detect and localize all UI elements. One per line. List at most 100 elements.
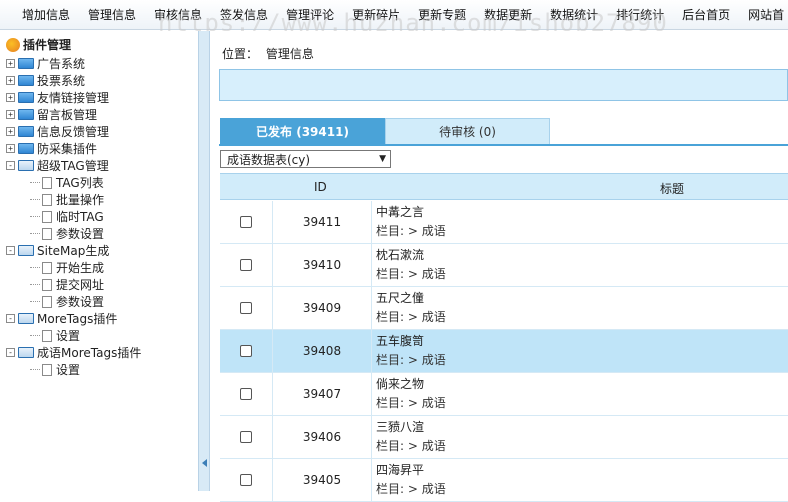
nav-item-5[interactable]: 更新碎片 xyxy=(352,6,400,23)
tree-item-label: 成语MoreTags插件 xyxy=(37,346,142,360)
table-header: ID 标题 xyxy=(220,173,788,200)
row-id: 39407 xyxy=(272,372,372,416)
nav-item-0[interactable]: 增加信息 xyxy=(22,6,70,23)
row-id: 39409 xyxy=(272,286,372,330)
row-id: 39405 xyxy=(272,458,372,502)
row-checkbox-cell xyxy=(220,388,272,400)
row-checkbox[interactable] xyxy=(240,302,252,314)
tab-pending[interactable]: 待审核 (0) xyxy=(385,118,550,144)
row-checkbox[interactable] xyxy=(240,431,252,443)
row-title[interactable]: 五车腹笥 xyxy=(376,332,446,351)
expand-icon[interactable]: + xyxy=(6,93,15,102)
tree-item[interactable]: + 广告系统 xyxy=(6,55,198,72)
tree-item[interactable]: + 留言板管理 xyxy=(6,106,198,123)
collapse-icon[interactable]: - xyxy=(6,161,15,170)
tree-item[interactable]: - SiteMap生成 xyxy=(6,242,198,259)
row-title[interactable]: 枕石漱流 xyxy=(376,246,446,265)
row-title[interactable]: 中冓之言 xyxy=(376,203,446,222)
nav-item-11[interactable]: 网站首 xyxy=(748,6,784,23)
tree-item[interactable]: + 投票系统 xyxy=(6,72,198,89)
tree-item-label: 设置 xyxy=(56,329,81,343)
header-title: 标题 xyxy=(660,182,685,196)
nav-item-8[interactable]: 数据统计 xyxy=(550,6,598,23)
row-checkbox[interactable] xyxy=(240,474,252,486)
tab-published[interactable]: 已发布 (39411) xyxy=(220,118,385,144)
top-nav: 增加信息 管理信息 审核信息 签发信息 管理评论 更新碎片 更新专题 数据更新 数据统计 排行统计… xyxy=(0,0,788,30)
table-icon xyxy=(18,313,34,324)
row-id: 39406 xyxy=(272,415,372,459)
tree-item[interactable]: 批量操作 xyxy=(6,191,198,208)
row-checkbox-cell xyxy=(220,302,272,314)
collapse-icon[interactable]: - xyxy=(6,314,15,323)
nav-item-10[interactable]: 后台首页 xyxy=(682,6,730,23)
row-checkbox[interactable] xyxy=(240,259,252,271)
expand-icon[interactable]: + xyxy=(6,110,15,119)
row-category: 栏目: > 成语 xyxy=(376,396,446,410)
document-icon xyxy=(42,210,52,223)
table-row[interactable]: 39408 五车腹笥 栏目: > 成语 xyxy=(220,329,788,373)
expand-icon[interactable]: + xyxy=(6,76,15,85)
tree-item[interactable]: 开始生成 xyxy=(6,259,198,276)
row-checkbox[interactable] xyxy=(240,345,252,357)
table-row[interactable]: 39407 倘来之物栏目: > 成语 xyxy=(220,372,788,416)
nav-item-9[interactable]: 排行统计 xyxy=(616,6,664,23)
sidebar-splitter[interactable] xyxy=(198,31,210,491)
toolbar-bar xyxy=(219,69,788,101)
expand-icon[interactable]: + xyxy=(6,127,15,136)
row-title-cell: 中冓之言 栏目: > 成语 xyxy=(372,203,446,241)
tree-item-label: 提交网址 xyxy=(56,278,105,292)
tree-item[interactable]: 参数设置 xyxy=(6,225,198,242)
nav-item-2[interactable]: 审核信息 xyxy=(154,6,202,23)
breadcrumb-prefix: 位置： xyxy=(222,47,259,61)
document-icon xyxy=(42,363,52,376)
chevron-down-icon: ▼ xyxy=(379,154,386,164)
row-id: 39411 xyxy=(272,200,372,244)
row-title[interactable]: 三豮八渲 xyxy=(376,418,446,437)
row-checkbox[interactable] xyxy=(240,388,252,400)
tree-item[interactable]: 设置 xyxy=(6,361,198,378)
table-row[interactable]: 39405 四海昇平栏目: > 成语 xyxy=(220,458,788,502)
tree-item[interactable]: - 超级TAG管理 xyxy=(6,157,198,174)
folder-icon xyxy=(18,126,34,137)
tree-item[interactable]: 临时TAG xyxy=(6,208,198,225)
row-checkbox[interactable] xyxy=(240,216,252,228)
table-row[interactable]: 39411 中冓之言 栏目: > 成语 xyxy=(220,200,788,244)
tree-item-label: 临时TAG xyxy=(56,210,104,224)
table-select[interactable]: 成语数据表(cy) ▼ xyxy=(220,150,391,168)
nav-item-4[interactable]: 管理评论 xyxy=(286,6,334,23)
nav-item-3[interactable]: 签发信息 xyxy=(220,6,268,23)
row-category: 栏目: > 成语 xyxy=(376,482,446,496)
tree-item[interactable]: + 防采集插件 xyxy=(6,140,198,157)
expand-icon[interactable]: + xyxy=(6,59,15,68)
tree-item[interactable]: + 信息反馈管理 xyxy=(6,123,198,140)
nav-item-6[interactable]: 更新专题 xyxy=(418,6,466,23)
document-icon xyxy=(42,227,52,240)
tree-item[interactable]: 参数设置 xyxy=(6,293,198,310)
tree-item[interactable]: 设置 xyxy=(6,327,198,344)
collapse-icon[interactable]: - xyxy=(6,348,15,357)
nav-item-7[interactable]: 数据更新 xyxy=(484,6,532,23)
tree-item[interactable]: + 友情链接管理 xyxy=(6,89,198,106)
row-title[interactable]: 四海昇平 xyxy=(376,461,446,480)
nav-item-1[interactable]: 管理信息 xyxy=(88,6,136,23)
table-row[interactable]: 39410 枕石漱流 栏目: > 成语 xyxy=(220,243,788,287)
table-row[interactable]: 39406 三豮八渲 栏目: > 成语 xyxy=(220,415,788,459)
breadcrumb-link[interactable]: 管理信息 xyxy=(266,47,314,61)
tree-item[interactable]: TAG列表 xyxy=(6,174,198,191)
tree-item-label: TAG列表 xyxy=(56,176,104,190)
row-title[interactable]: 五尺之僮 xyxy=(376,289,446,308)
collapse-icon[interactable]: - xyxy=(6,246,15,255)
row-category: 栏目: > 成语 xyxy=(376,310,446,324)
tree-item[interactable]: - 成语MoreTags插件 xyxy=(6,344,198,361)
plugin-icon xyxy=(6,37,20,52)
tree-item[interactable]: 提交网址 xyxy=(6,276,198,293)
tree-item[interactable]: - MoreTags插件 xyxy=(6,310,198,327)
sidebar-title: 插件管理 xyxy=(6,36,71,53)
tree-item-label: 投票系统 xyxy=(37,74,86,88)
expand-icon[interactable]: + xyxy=(6,144,15,153)
row-title[interactable]: 倘来之物 xyxy=(376,375,446,394)
collapse-arrow-icon[interactable] xyxy=(202,459,207,467)
row-title-cell: 枕石漱流 栏目: > 成语 xyxy=(372,246,446,284)
table-row[interactable]: 39409 五尺之僮栏目: > 成语 xyxy=(220,286,788,330)
row-category: 栏目: > 成语 xyxy=(376,353,446,367)
